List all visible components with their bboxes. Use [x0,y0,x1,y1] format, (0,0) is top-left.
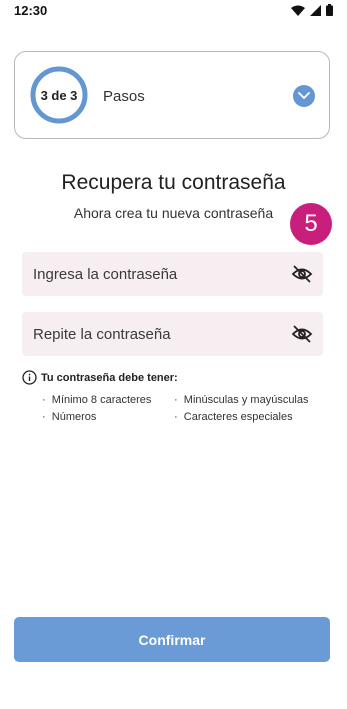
wifi-icon [291,5,305,16]
chevron-down-icon [298,92,310,99]
requirement-item: · Minúsculas y mayúsculas [174,394,309,406]
step-number-badge: 5 [290,203,332,245]
steps-card[interactable]: 3 de 3 Pasos [14,51,330,139]
confirm-password-input[interactable] [22,312,277,356]
password-input[interactable] [22,252,277,296]
requirements-title: Tu contraseña debe tener: [41,371,178,384]
steps-label: Pasos [103,88,145,105]
status-icons [291,4,333,16]
status-time: 12:30 [14,3,48,18]
steps-expand-button[interactable] [293,85,315,107]
confirm-password-field [22,312,323,356]
requirement-item: · Mínimo 8 caracteres [42,394,152,406]
password-field [22,252,323,296]
step-count: 3 de 3 [40,87,78,103]
requirement-item: · Caracteres especiales [174,411,293,423]
page-title: Recupera tu contraseña [61,171,286,194]
signal-icon [310,4,321,16]
battery-icon [326,4,333,16]
requirement-item: · Números [42,411,97,423]
info-icon [22,370,37,385]
status-bar: 12:30 [0,0,347,24]
eye-off-icon[interactable] [291,324,313,344]
confirm-button[interactable]: Confirmar [14,617,330,662]
eye-off-icon[interactable] [291,264,313,284]
requirements-header: Tu contraseña debe tener: [22,370,178,385]
